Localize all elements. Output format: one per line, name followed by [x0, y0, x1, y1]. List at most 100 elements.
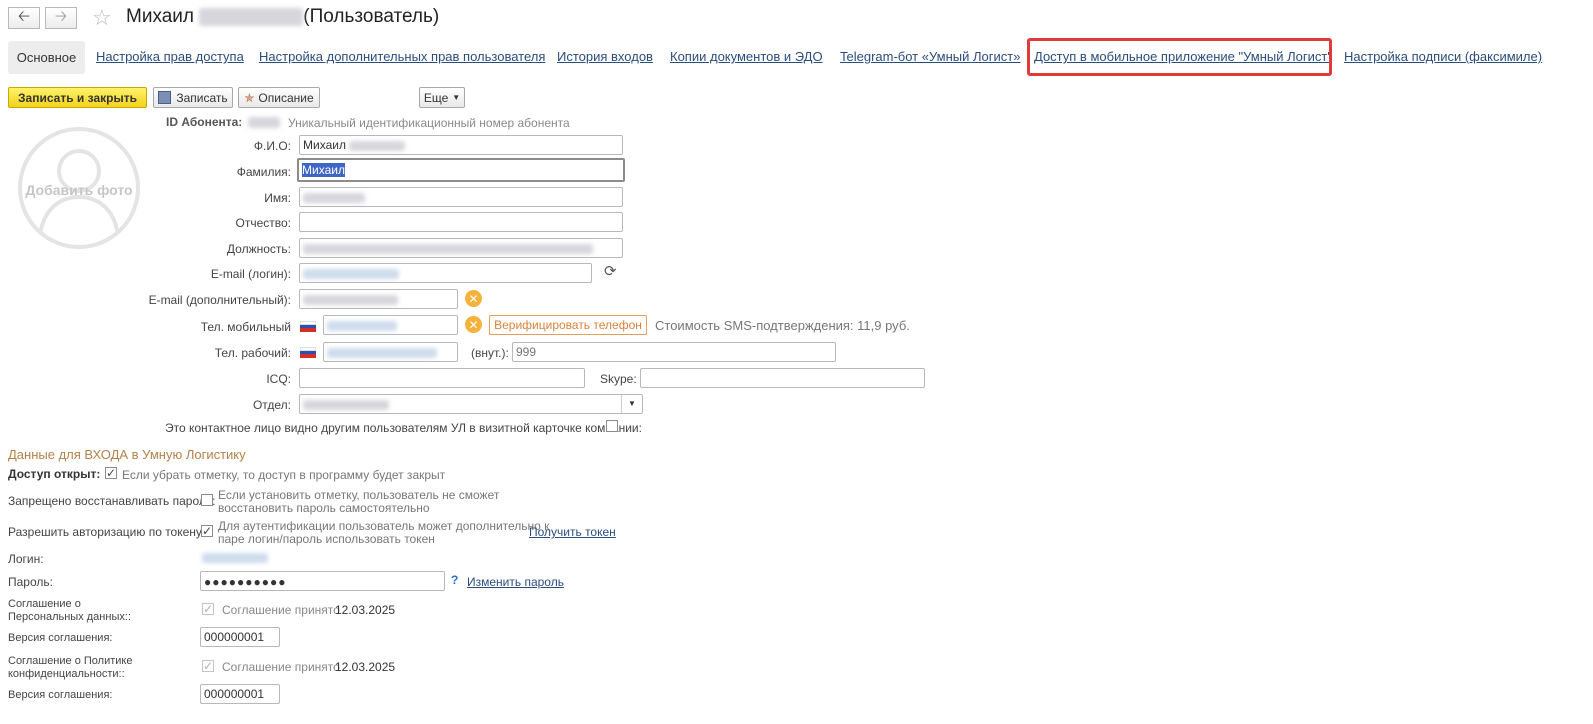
add-photo-label: Добавить фото: [25, 182, 133, 198]
pd-version-field[interactable]: 000000001: [200, 627, 280, 647]
refresh-icon[interactable]: ⟳: [604, 262, 617, 280]
mobile-label: Тел. мобильный: [200, 320, 291, 334]
password-label: Пароль:: [8, 575, 53, 589]
tab-login-history[interactable]: История входов: [557, 49, 653, 64]
tab-doc-copies[interactable]: Копии документов и ЭДО: [670, 49, 823, 64]
help-icon[interactable]: ?: [451, 573, 458, 587]
blurred-name: [303, 192, 365, 203]
skype-field[interactable]: [640, 368, 925, 388]
pd-agreement-label-2: Персональных данных::: [8, 611, 131, 623]
surname-value: Михаил: [302, 163, 345, 177]
privacy-accepted: Соглашение принято: [222, 660, 340, 674]
dropdown-arrow-icon[interactable]: ▼: [621, 395, 642, 413]
save-close-label: Записать и закрыть: [18, 90, 137, 105]
more-button[interactable]: Еще ▼: [419, 87, 465, 108]
visible-contact-label: Это контактное лицо видно другим пользов…: [165, 421, 642, 435]
blurred-email-extra: [303, 294, 398, 305]
save-button[interactable]: Записать: [153, 87, 233, 108]
tab-signature-settings[interactable]: Настройка подписи (факсимиле): [1344, 49, 1542, 64]
title-suffix: (Пользователь): [303, 6, 440, 27]
position-field[interactable]: [299, 238, 623, 258]
blurred-work-phone: [327, 347, 437, 358]
forbid-restore-hint-2: восстановить пароль самостоятельно: [218, 501, 430, 515]
patronymic-label: Отчество:: [235, 216, 292, 230]
verify-phone-button[interactable]: Верифицировать телефон: [489, 315, 647, 335]
login-label: Логин:: [8, 552, 44, 566]
tab-main[interactable]: Основное: [8, 41, 85, 74]
blurred-mobile: [327, 320, 397, 331]
surname-label: Фамилия:: [236, 165, 291, 179]
highlight-frame: [1027, 38, 1332, 76]
password-field[interactable]: ●●●●●●●●●●: [200, 571, 445, 591]
privacy-label-1: Соглашение о Политике: [8, 655, 133, 667]
name-field[interactable]: [299, 187, 623, 207]
russia-flag-icon-work[interactable]: [300, 347, 316, 358]
pd-agreement-date: 12.03.2025: [335, 603, 396, 617]
password-value: ●●●●●●●●●●: [204, 575, 287, 589]
arrow-right-icon: 🡢: [54, 7, 68, 25]
token-auth-hint-1: Для аутентификации пользователь может до…: [218, 519, 550, 533]
blurred-login: [202, 553, 268, 563]
change-password-link[interactable]: Изменить пароль: [467, 575, 564, 589]
email-extra-field[interactable]: [299, 289, 458, 309]
pd-version-label: Версия соглашения:: [8, 632, 113, 644]
blurred-surname: [199, 7, 304, 26]
verify-phone-label: Верифицировать телефон: [494, 318, 642, 332]
fio-value: Михаил: [303, 138, 346, 152]
tab-telegram-bot[interactable]: Telegram-бот «Умный Логист»: [840, 49, 1020, 64]
privacy-version-field[interactable]: 000000001: [200, 684, 280, 704]
forbid-restore-checkbox[interactable]: [201, 494, 213, 506]
description-button[interactable]: ✯ Описание: [238, 87, 320, 108]
blurred-position: [303, 243, 593, 254]
visible-contact-checkbox[interactable]: [606, 420, 618, 432]
fio-field[interactable]: Михаил: [299, 135, 623, 155]
privacy-checkbox: ✓: [202, 659, 214, 673]
privacy-version-label: Версия соглашения:: [8, 689, 113, 701]
more-label: Еще: [423, 90, 449, 105]
russia-flag-icon[interactable]: [300, 321, 316, 332]
token-auth-label: Разрешить авторизацию по токену:: [8, 525, 206, 539]
get-token-link[interactable]: Получить токен: [529, 525, 616, 539]
pd-version-value: 000000001: [204, 630, 265, 644]
save-label: Записать: [176, 90, 228, 105]
patronymic-field[interactable]: [299, 212, 623, 232]
token-auth-hint-2: паре логин/пароль использовать токен: [218, 532, 435, 546]
clear-mobile-icon[interactable]: ✕: [465, 316, 482, 333]
floppy-icon: [158, 91, 172, 104]
email-login-label: E-mail (логин):: [210, 267, 291, 281]
ext-label: (внут.):: [471, 346, 509, 360]
id-label: ID Абонента:: [166, 115, 243, 129]
star-icon[interactable]: ☆: [92, 5, 112, 31]
ext-field[interactable]: [512, 342, 836, 362]
surname-field[interactable]: Михаил: [297, 158, 625, 182]
work-phone-field[interactable]: [323, 342, 458, 362]
description-label: Описание: [258, 90, 314, 105]
access-open-checkbox[interactable]: ✓: [105, 467, 117, 479]
access-open-hint: Если убрать отметку, то доступ в програм…: [122, 468, 446, 482]
fio-label: Ф.И.О:: [253, 139, 291, 153]
back-button[interactable]: 🡠: [8, 7, 40, 29]
add-photo[interactable]: Добавить фото: [18, 127, 140, 249]
email-login-field[interactable]: [299, 263, 592, 283]
blurred-fio-rest: [349, 140, 406, 151]
name-label: Имя:: [264, 191, 291, 205]
department-label: Отдел:: [252, 398, 291, 412]
arrow-left-icon: 🡠: [17, 7, 31, 25]
mobile-field[interactable]: [323, 315, 458, 335]
work-phone-label: Тел. рабочий:: [214, 346, 291, 360]
email-extra-label: E-mail (дополнительный):: [148, 293, 291, 307]
tab-access-rights[interactable]: Настройка прав доступа: [96, 49, 244, 64]
forbid-restore-hint-1: Если установить отметку, пользователь не…: [218, 488, 500, 502]
privacy-version-value: 000000001: [204, 687, 265, 701]
id-hint: Уникальный идентификационный номер абоне…: [288, 116, 570, 130]
tab-extra-rights[interactable]: Настройка дополнительных прав пользовате…: [259, 49, 545, 64]
forward-button[interactable]: 🡢: [45, 7, 77, 29]
pd-agreement-label-1: Соглашение о: [8, 598, 81, 610]
token-auth-checkbox[interactable]: ✓: [201, 525, 213, 537]
page-title: Михаил (Пользователь): [126, 6, 439, 28]
clear-email-icon[interactable]: ✕: [465, 290, 482, 307]
tab-main-label: Основное: [16, 50, 77, 65]
department-field[interactable]: ▼: [299, 394, 643, 414]
save-close-button[interactable]: Записать и закрыть: [8, 87, 147, 108]
icq-field[interactable]: [299, 368, 585, 388]
